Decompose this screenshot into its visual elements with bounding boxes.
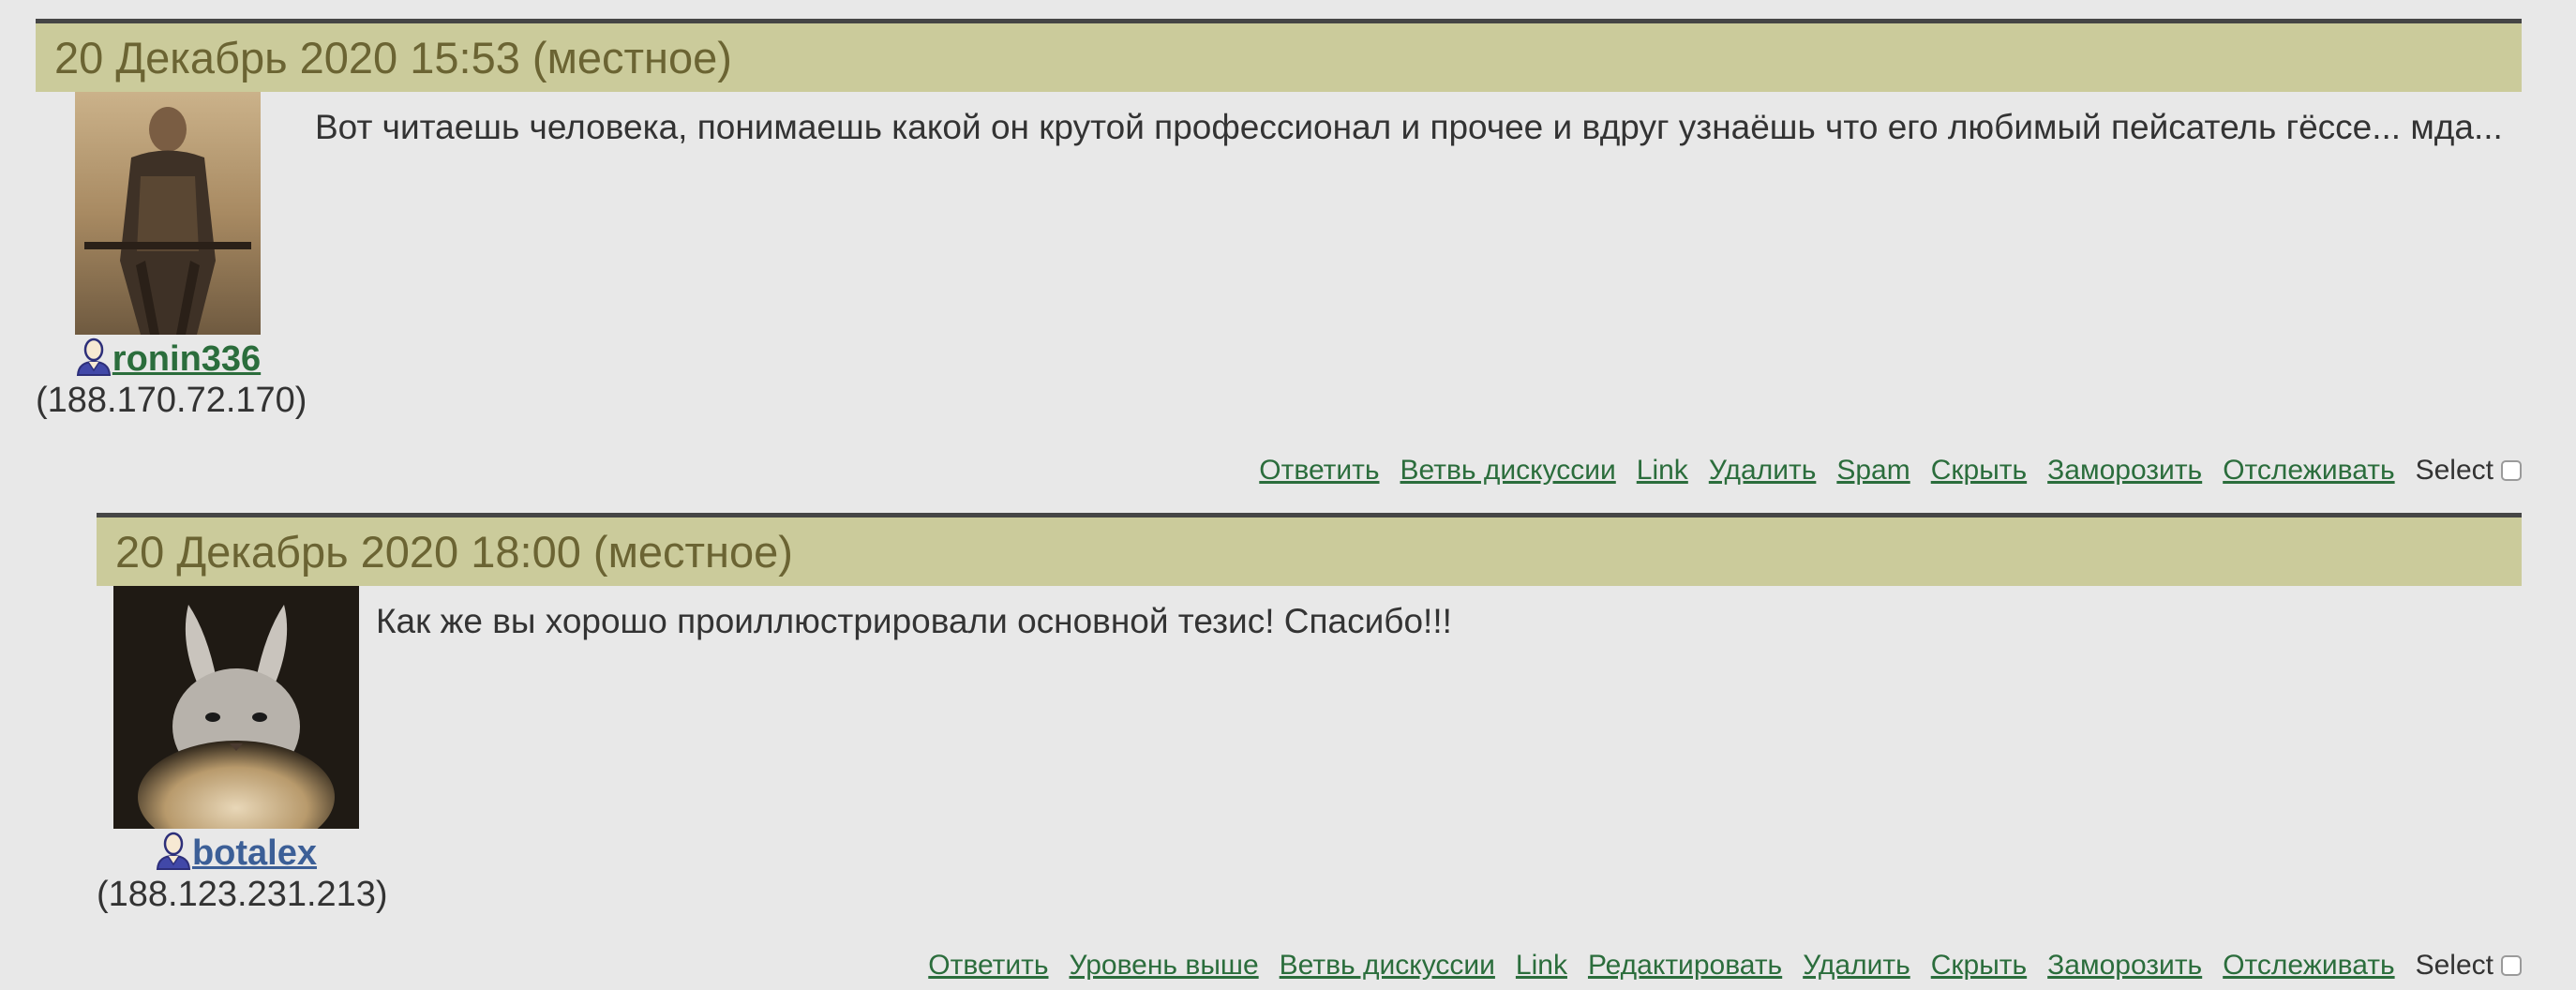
parent-link[interactable]: Уровень выше <box>1070 950 1259 981</box>
reply-link[interactable]: Ответить <box>1259 455 1379 486</box>
avatar[interactable] <box>75 92 261 335</box>
thread-link[interactable]: Ветвь дискуссии <box>1280 950 1495 981</box>
select-checkbox[interactable] <box>2501 460 2522 481</box>
comment-date-header: 20 Декабрь 2020 18:00 (местное) <box>97 513 2522 586</box>
avatar[interactable] <box>112 586 359 829</box>
hide-link[interactable]: Скрыть <box>1931 455 2027 486</box>
select-checkbox[interactable] <box>2501 955 2522 976</box>
comment-date-header: 20 Декабрь 2020 15:53 (местное) <box>36 19 2522 92</box>
username-link[interactable]: ronin336 <box>112 339 261 379</box>
username-link[interactable]: botalex <box>192 833 317 873</box>
freeze-link[interactable]: Заморозить <box>2047 950 2202 981</box>
comment-text: Вот читаешь человека, понимаешь какой он… <box>315 108 2503 146</box>
reply-link[interactable]: Ответить <box>928 950 1048 981</box>
comment-actions: Ответить Ветвь дискуссии Link Удалить Spam Ск… <box>1259 452 2522 489</box>
ip-address: (188.170.72.170) <box>36 381 307 420</box>
spam-link[interactable]: Spam <box>1836 455 1910 486</box>
select-label: Select <box>2415 950 2494 981</box>
freeze-link[interactable]: Заморозить <box>2047 455 2202 486</box>
delete-link[interactable]: Удалить <box>1709 455 1817 486</box>
user-block: botalex (188.123.231.213) <box>97 586 388 915</box>
thread-link[interactable]: Ветвь дискуссии <box>1400 455 1616 486</box>
select-label: Select <box>2415 455 2494 486</box>
user-block: ronin336 (188.170.72.170) <box>36 92 307 421</box>
hide-link[interactable]: Скрыть <box>1931 950 2027 981</box>
username-row: ronin336 <box>36 337 300 380</box>
user-icon <box>155 831 192 870</box>
delete-link[interactable]: Удалить <box>1803 950 1910 981</box>
comment-actions: Ответить Уровень выше Ветвь дискуссии Link Р… <box>928 947 2522 984</box>
ip-address: (188.123.231.213) <box>97 875 388 914</box>
user-icon <box>75 337 112 376</box>
username-row: botalex <box>97 831 375 874</box>
edit-link[interactable]: Редактировать <box>1588 950 1782 981</box>
comment-text: Как же вы хорошо проиллюстрировали основ… <box>376 602 1452 640</box>
permalink-link[interactable]: Link <box>1637 455 1688 486</box>
track-link[interactable]: Отслеживать <box>2223 950 2394 981</box>
comment: 20 Декабрь 2020 15:53 (местное) ronin336… <box>36 19 2522 486</box>
track-link[interactable]: Отслеживать <box>2223 455 2394 486</box>
comment: 20 Декабрь 2020 18:00 (местное) botalex … <box>97 513 2522 914</box>
permalink-link[interactable]: Link <box>1516 950 1567 981</box>
